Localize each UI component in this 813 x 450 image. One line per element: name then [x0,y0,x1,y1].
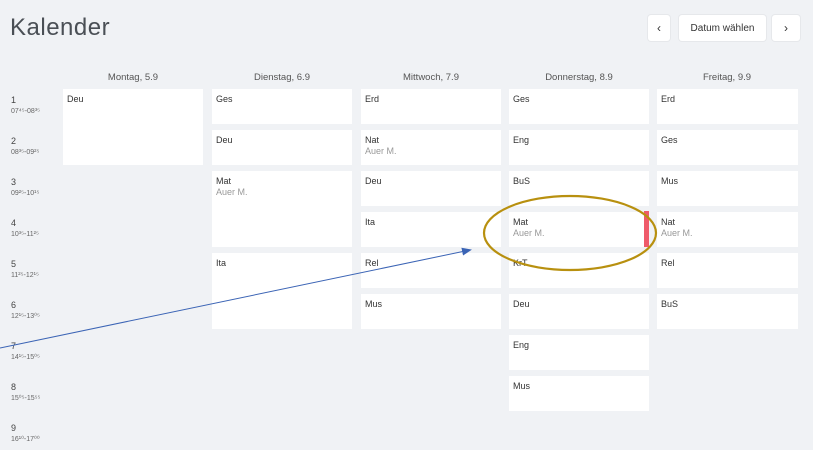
lesson-cell[interactable]: BuS [657,294,798,329]
lesson-cell[interactable]: Mus [361,294,501,329]
lesson-cell[interactable]: Eng [509,335,649,370]
period-label: 6 12¹⁵-13⁰⁵ [11,300,40,320]
period-label: 3 09²⁵-10¹⁵ [11,177,40,197]
lesson-cell[interactable]: Ges [509,89,649,124]
lesson-cell[interactable]: Deu [212,130,352,165]
period-label: 4 10³⁵-11²⁵ [11,218,39,238]
lesson-cell[interactable]: Ges [657,130,798,165]
lesson-cell[interactable]: BuS [509,171,649,206]
lesson-cell[interactable]: Mat Auer M. [509,212,649,247]
lesson-cell[interactable]: Mat Auer M. [212,171,352,247]
lesson-cell[interactable]: Rel [657,253,798,288]
lesson-cell[interactable]: Ges [212,89,352,124]
lesson-cell[interactable]: Deu [63,89,203,165]
day-header-thursday: Donnerstag, 8.9 [545,72,613,83]
lesson-cell[interactable]: Erd [361,89,501,124]
day-header-tuesday: Dienstag, 6.9 [254,72,310,83]
period-label: 7 14¹⁵-15⁰⁵ [11,341,40,361]
lesson-cell[interactable]: Mus [509,376,649,411]
lesson-cell[interactable]: Ita [212,253,352,329]
choose-date-button[interactable]: Datum wählen [679,15,766,41]
lesson-cell[interactable]: Eng [509,130,649,165]
day-header-monday: Montag, 5.9 [107,72,159,83]
previous-week-button[interactable]: ‹ [648,15,670,41]
lesson-cell[interactable]: KrT [509,253,649,288]
lesson-cell[interactable]: Nat Auer M. [361,130,501,165]
period-label: 2 08³⁵-09²⁵ [11,136,40,156]
day-header-friday: Freitag, 9.9 [702,72,752,83]
lesson-cell[interactable]: Nat Auer M. [657,212,798,247]
next-week-button[interactable]: › [772,15,800,41]
chevron-right-icon: › [784,21,788,35]
lesson-cell[interactable]: Deu [509,294,649,329]
period-label: 1 07⁴⁵-08³⁵ [11,95,41,115]
lesson-cell[interactable]: Ita [361,212,501,247]
period-label: 9 16¹⁰-17⁰⁰ [11,423,40,443]
change-marker [644,211,649,247]
lesson-cell[interactable]: Deu [361,171,501,206]
day-header-wednesday: Mittwoch, 7.9 [403,72,459,83]
lesson-cell[interactable]: Erd [657,89,798,124]
period-label: 5 11²⁵-12¹⁵ [11,259,39,279]
lesson-cell[interactable]: Mus [657,171,798,206]
lesson-cell[interactable]: Rel [361,253,501,288]
chevron-left-icon: ‹ [657,21,661,35]
page-title: Kalender [10,14,111,41]
period-label: 8 15⁰⁵-15⁵⁵ [11,382,41,402]
